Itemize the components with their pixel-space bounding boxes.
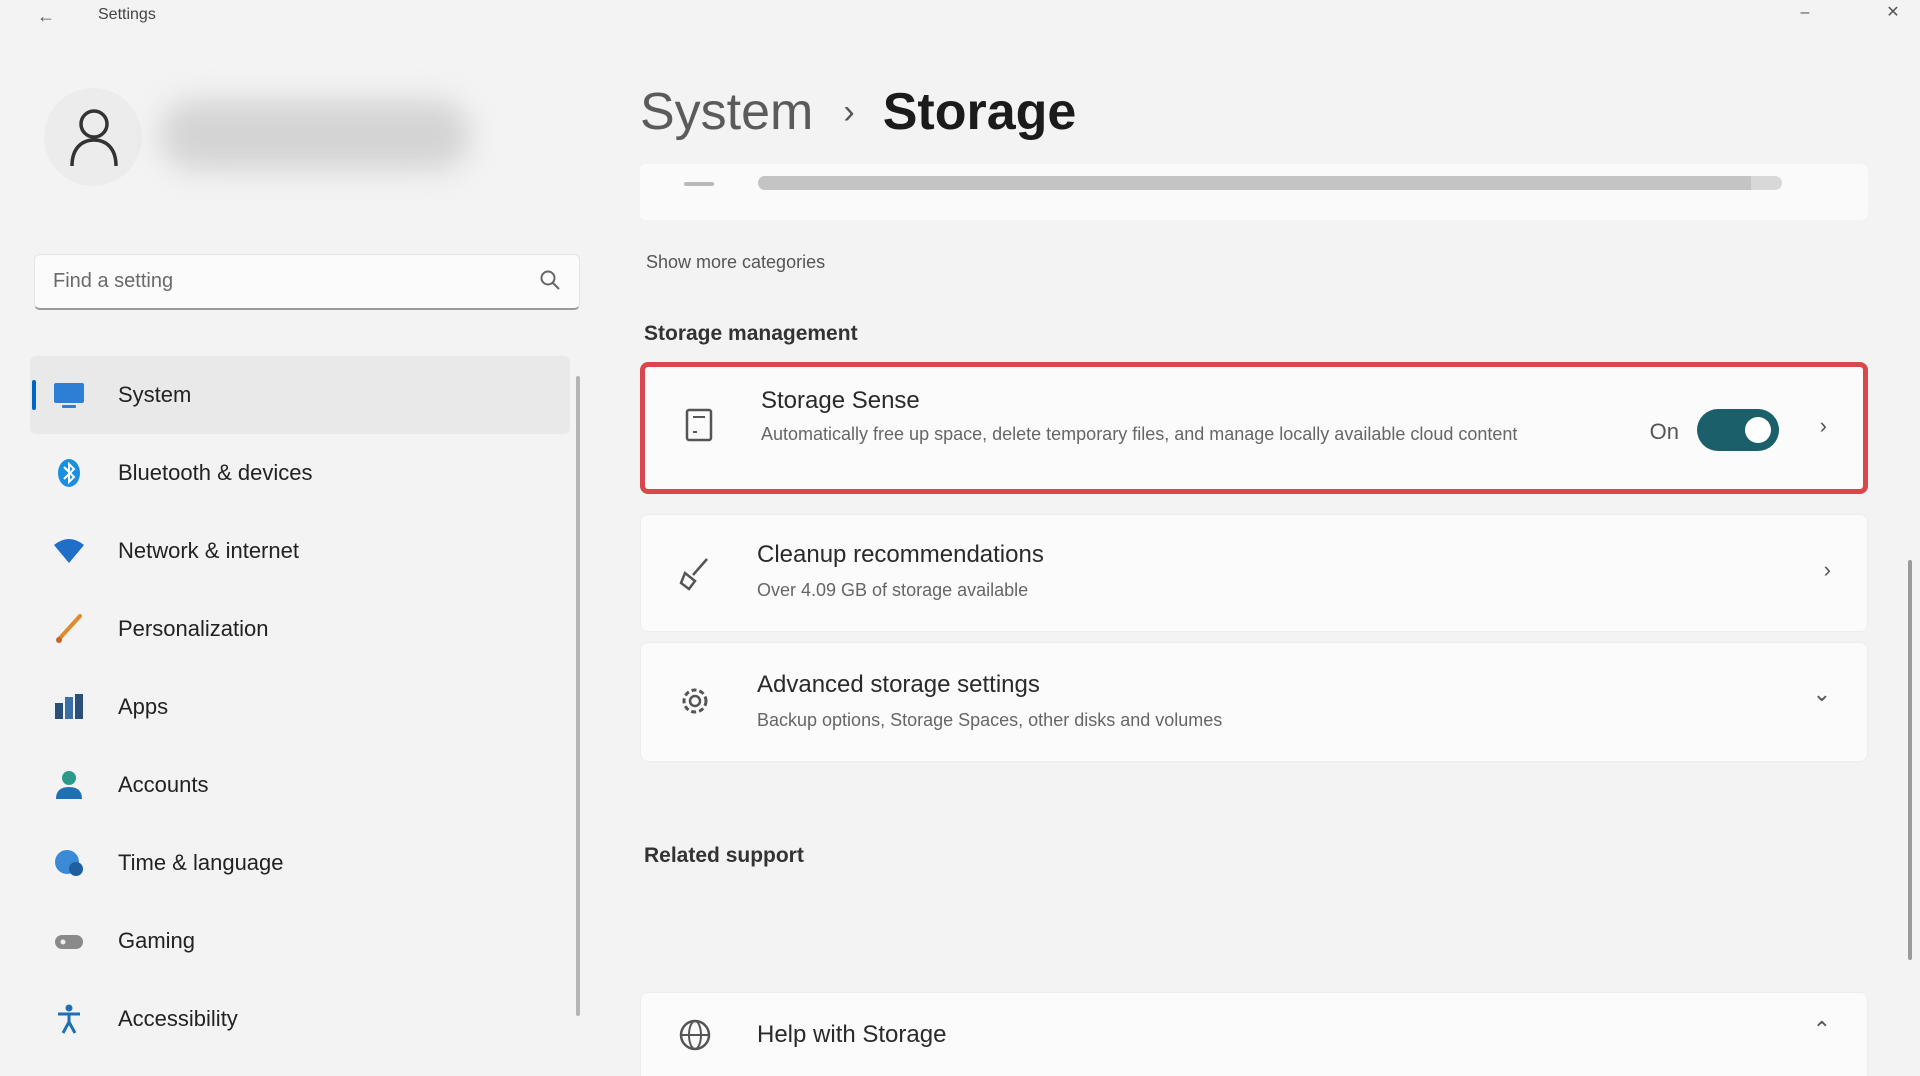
app-title: Settings [98, 6, 156, 23]
usage-bar [758, 176, 1782, 190]
section-title-storage-management: Storage management [644, 322, 858, 345]
search-input[interactable] [35, 255, 515, 307]
accounts-icon [56, 771, 82, 799]
settings-window: ← Settings – ✕ Find a setting System Blu… [0, 0, 1920, 1076]
sidebar-item-apps[interactable]: Apps [30, 668, 570, 746]
storage-sense-card[interactable]: Storage Sense Automatically free up spac… [640, 362, 1868, 494]
chevron-right-icon[interactable]: › [1824, 557, 1831, 583]
person-icon [70, 109, 118, 167]
sidebar-item-bluetooth[interactable]: Bluetooth & devices [30, 434, 570, 512]
cleanup-recommendations-card[interactable]: Cleanup recommendations Over 4.09 GB of … [640, 514, 1868, 632]
usage-label-blurred [684, 182, 714, 186]
sidebar-item-label: Network & internet [118, 538, 299, 563]
back-arrow-icon: ← [37, 6, 55, 26]
bluetooth-icon [58, 459, 80, 487]
system-icon [54, 383, 84, 408]
search-box[interactable] [34, 254, 580, 310]
main-scrollbar[interactable] [1908, 560, 1912, 960]
minimize-button[interactable]: – [1782, 0, 1828, 30]
sidebar-item-label: Personalization [118, 616, 269, 641]
sidebar-scrollbar[interactable] [576, 376, 580, 1016]
sidebar-item-accounts[interactable]: Accounts [30, 746, 570, 824]
title-bar: ← Settings – ✕ [0, 0, 1920, 36]
chevron-right-icon: › [843, 92, 855, 131]
sidebar-item-system[interactable]: System [30, 356, 570, 434]
cleanup-description: Over 4.09 GB of storage available [757, 580, 1029, 600]
breadcrumb: System › Storage [640, 82, 1076, 142]
search-icon[interactable] [539, 269, 561, 291]
accessibility-icon [58, 1004, 80, 1034]
sidebar-item-accessibility[interactable]: Accessibility [30, 980, 570, 1058]
storage-usage-card [640, 164, 1868, 220]
sidebar-item-label: Gaming [118, 928, 196, 953]
storage-sense-icon [685, 408, 713, 442]
gamepad-icon [55, 935, 83, 949]
sidebar-item-label: Apps [118, 694, 169, 719]
sidebar-nav: System Bluetooth & devices Network & int… [30, 356, 570, 1058]
chevron-down-icon[interactable]: ⌄ [1813, 681, 1831, 707]
sidebar-item-network[interactable]: Network & internet [30, 512, 570, 590]
storage-sense-title: Storage Sense [761, 387, 920, 414]
globe-clock-icon [55, 850, 83, 876]
brush-icon [56, 614, 82, 643]
network-icon [54, 539, 84, 563]
sidebar: System Bluetooth & devices Network & int… [0, 36, 600, 1076]
toggle-knob [1745, 417, 1771, 443]
sidebar-item-time-language[interactable]: Time & language [30, 824, 570, 902]
toggle-state-label: On [1649, 419, 1679, 444]
sidebar-item-gaming[interactable]: Gaming [30, 902, 570, 980]
help-with-storage-card[interactable]: Help with Storage ⌃ [640, 992, 1868, 1076]
sidebar-item-label: System [118, 382, 192, 407]
back-button[interactable]: ← [30, 2, 62, 30]
usage-bar-fill [758, 176, 1752, 190]
chevron-right-icon[interactable]: › [1820, 413, 1827, 439]
show-more-categories-link[interactable]: Show more categories [646, 252, 825, 273]
apps-icon [55, 694, 83, 719]
broom-icon [679, 558, 708, 591]
main-content: System › Storage Show more categories Stor… [640, 36, 1880, 1076]
gear-icon [682, 688, 708, 714]
active-indicator [32, 380, 36, 410]
close-button[interactable]: ✕ [1870, 0, 1916, 30]
profile-name-blurred [160, 100, 470, 170]
chevron-up-icon[interactable]: ⌃ [1813, 1017, 1831, 1043]
advanced-description: Backup options, Storage Spaces, other di… [757, 710, 1223, 730]
help-with-storage-title: Help with Storage [757, 1021, 947, 1048]
sidebar-item-label: Bluetooth & devices [118, 460, 313, 485]
sidebar-item-label: Accounts [118, 772, 209, 797]
advanced-storage-settings-card[interactable]: Advanced storage settings Backup options… [640, 642, 1868, 762]
advanced-title: Advanced storage settings [757, 671, 1040, 698]
avatar[interactable] [44, 88, 142, 186]
section-title-related-support: Related support [644, 844, 804, 867]
globe-icon [679, 1019, 711, 1051]
breadcrumb-parent[interactable]: System [640, 83, 813, 141]
page-title: Storage [882, 83, 1077, 141]
storage-sense-toggle[interactable] [1697, 409, 1779, 451]
storage-sense-description: Automatically free up space, delete temp… [761, 424, 1518, 444]
sidebar-item-personalization[interactable]: Personalization [30, 590, 570, 668]
cleanup-title: Cleanup recommendations [757, 541, 1044, 568]
sidebar-item-label: Time & language [118, 850, 284, 875]
sidebar-item-label: Accessibility [118, 1006, 238, 1031]
